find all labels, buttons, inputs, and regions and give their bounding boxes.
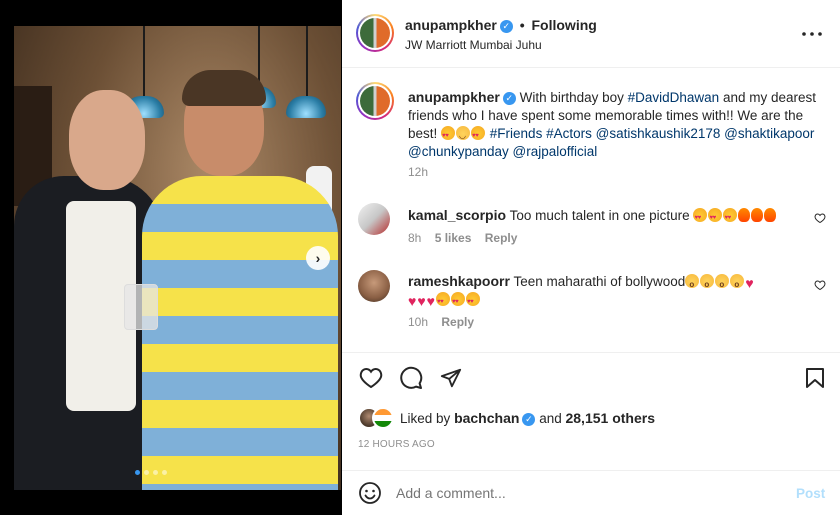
liked-by-prefix: Liked by xyxy=(400,411,451,426)
verified-icon: ✓ xyxy=(522,412,536,426)
emoji-icon[interactable] xyxy=(358,481,382,505)
post-button[interactable]: Post xyxy=(796,486,825,501)
carousel-dots xyxy=(135,470,167,475)
like-icon[interactable] xyxy=(812,277,828,293)
separator-dot: • xyxy=(519,17,525,33)
share-icon[interactable] xyxy=(438,366,464,390)
person-right-shirt xyxy=(142,176,338,490)
lamp xyxy=(286,96,326,118)
like-icon[interactable] xyxy=(812,210,828,226)
scream-emoji-icon xyxy=(730,274,745,294)
comment-text: Too much talent in one picture xyxy=(509,208,690,223)
reply-button[interactable]: Reply xyxy=(485,231,518,245)
comment-text: Teen maharathi of bollywood xyxy=(513,274,686,289)
comment: rameshkapoorr Teen maharathi of bollywoo… xyxy=(408,272,808,311)
next-icon[interactable]: › xyxy=(306,246,330,270)
scream-emoji-icon xyxy=(715,274,730,294)
heart-eyes-emoji-icon xyxy=(723,208,738,227)
comment-meta: 10h Reply xyxy=(408,315,474,329)
verified-icon: ✓ xyxy=(499,19,513,33)
following-button[interactable]: Following xyxy=(532,17,597,33)
media-pane: › xyxy=(0,0,342,515)
post-header: anupampkher ✓ • Following JW Marriott Mum… xyxy=(342,0,840,68)
caption: anupampkher ✓ With birthday boy #DavidDha… xyxy=(408,88,828,161)
heart-emoji-icon: ♥ xyxy=(417,293,426,309)
comment-time: 8h xyxy=(408,231,422,245)
fire-emoji-icon xyxy=(751,208,764,222)
heart-eyes-emoji-icon xyxy=(465,292,480,311)
liked-by-avatars[interactable] xyxy=(358,407,396,429)
caption-time: 12h xyxy=(408,165,429,179)
heart-eyes-emoji-icon xyxy=(435,292,450,311)
lamp-cord xyxy=(143,26,145,96)
comment-meta: 8h 5 likes Reply xyxy=(408,231,517,245)
carousel-dot xyxy=(162,470,167,475)
fire-emoji-icon xyxy=(738,208,751,222)
comment-likes[interactable]: 5 likes xyxy=(435,231,472,245)
mention-link[interactable]: @satishkaushik2178 xyxy=(596,126,721,141)
mention-link[interactable]: @shaktikapoor xyxy=(724,126,814,141)
reply-button[interactable]: Reply xyxy=(441,315,474,329)
heart-eyes-emoji-icon xyxy=(708,208,723,227)
carousel-dot-active xyxy=(135,470,140,475)
fire-emoji-icon xyxy=(764,208,777,222)
comment-username[interactable]: kamal_scorpio xyxy=(408,207,506,223)
post-panel: anupampkher ✓ • Following JW Marriott Mum… xyxy=(342,0,840,515)
caption-username[interactable]: anupampkher xyxy=(408,89,500,105)
lamp-cord xyxy=(306,26,308,96)
likes-summary: Liked by bachchan ✓ and 28,151 others xyxy=(400,410,655,426)
like-icon[interactable] xyxy=(358,366,384,390)
scream-emoji-icon xyxy=(700,274,715,294)
heart-emoji-icon: ♥ xyxy=(426,293,435,309)
action-bar xyxy=(342,352,840,353)
more-icon[interactable] xyxy=(798,24,826,44)
comment-avatar[interactable] xyxy=(358,203,390,235)
post-timestamp: 12 HOURS AGO xyxy=(358,439,435,450)
heart-emoji-icon: ♥ xyxy=(408,293,417,309)
heart-emoji-icon: ♥ xyxy=(745,275,754,291)
avatar[interactable] xyxy=(356,14,394,52)
smiling-emoji-icon xyxy=(456,126,471,145)
location-link[interactable]: JW Marriott Mumbai Juhu xyxy=(405,38,542,52)
comment-avatar[interactable] xyxy=(358,270,390,302)
person-right-hair xyxy=(182,70,266,106)
caption-text: With birthday boy xyxy=(519,90,628,105)
comment-icon[interactable] xyxy=(398,366,424,390)
comment-username[interactable]: rameshkapoorr xyxy=(408,273,510,289)
lamp-cord xyxy=(258,26,260,86)
liked-by-user[interactable]: bachchan xyxy=(454,410,519,426)
verified-icon: ✓ xyxy=(502,91,516,105)
avatar xyxy=(372,407,394,429)
heart-eyes-emoji-icon xyxy=(693,208,708,227)
comment-time: 10h xyxy=(408,315,429,329)
comment: kamal_scorpio Too much talent in one pic… xyxy=(408,206,808,227)
mention-link[interactable]: @chunkypanday xyxy=(408,144,509,159)
hashtag-link[interactable]: #Friends #Actors xyxy=(490,126,592,141)
heart-eyes-emoji-icon xyxy=(471,126,486,145)
carousel-dot xyxy=(144,470,149,475)
hashtag-link[interactable]: #DavidDhawan xyxy=(628,90,720,105)
scream-emoji-icon xyxy=(685,274,700,294)
liked-by-and: and xyxy=(539,411,562,426)
comment-input[interactable] xyxy=(396,483,776,503)
glass xyxy=(124,284,158,330)
mention-link[interactable]: @rajpalofficial xyxy=(513,144,598,159)
save-icon[interactable] xyxy=(802,366,828,390)
heart-eyes-emoji-icon xyxy=(441,126,456,145)
heart-eyes-emoji-icon xyxy=(450,292,465,311)
likes-count[interactable]: 28,151 others xyxy=(565,410,655,426)
person-left-head xyxy=(69,90,145,190)
post-photo[interactable] xyxy=(14,26,341,490)
carousel-dot xyxy=(153,470,158,475)
caption-avatar[interactable] xyxy=(356,82,394,120)
header-username[interactable]: anupampkher xyxy=(405,17,497,33)
